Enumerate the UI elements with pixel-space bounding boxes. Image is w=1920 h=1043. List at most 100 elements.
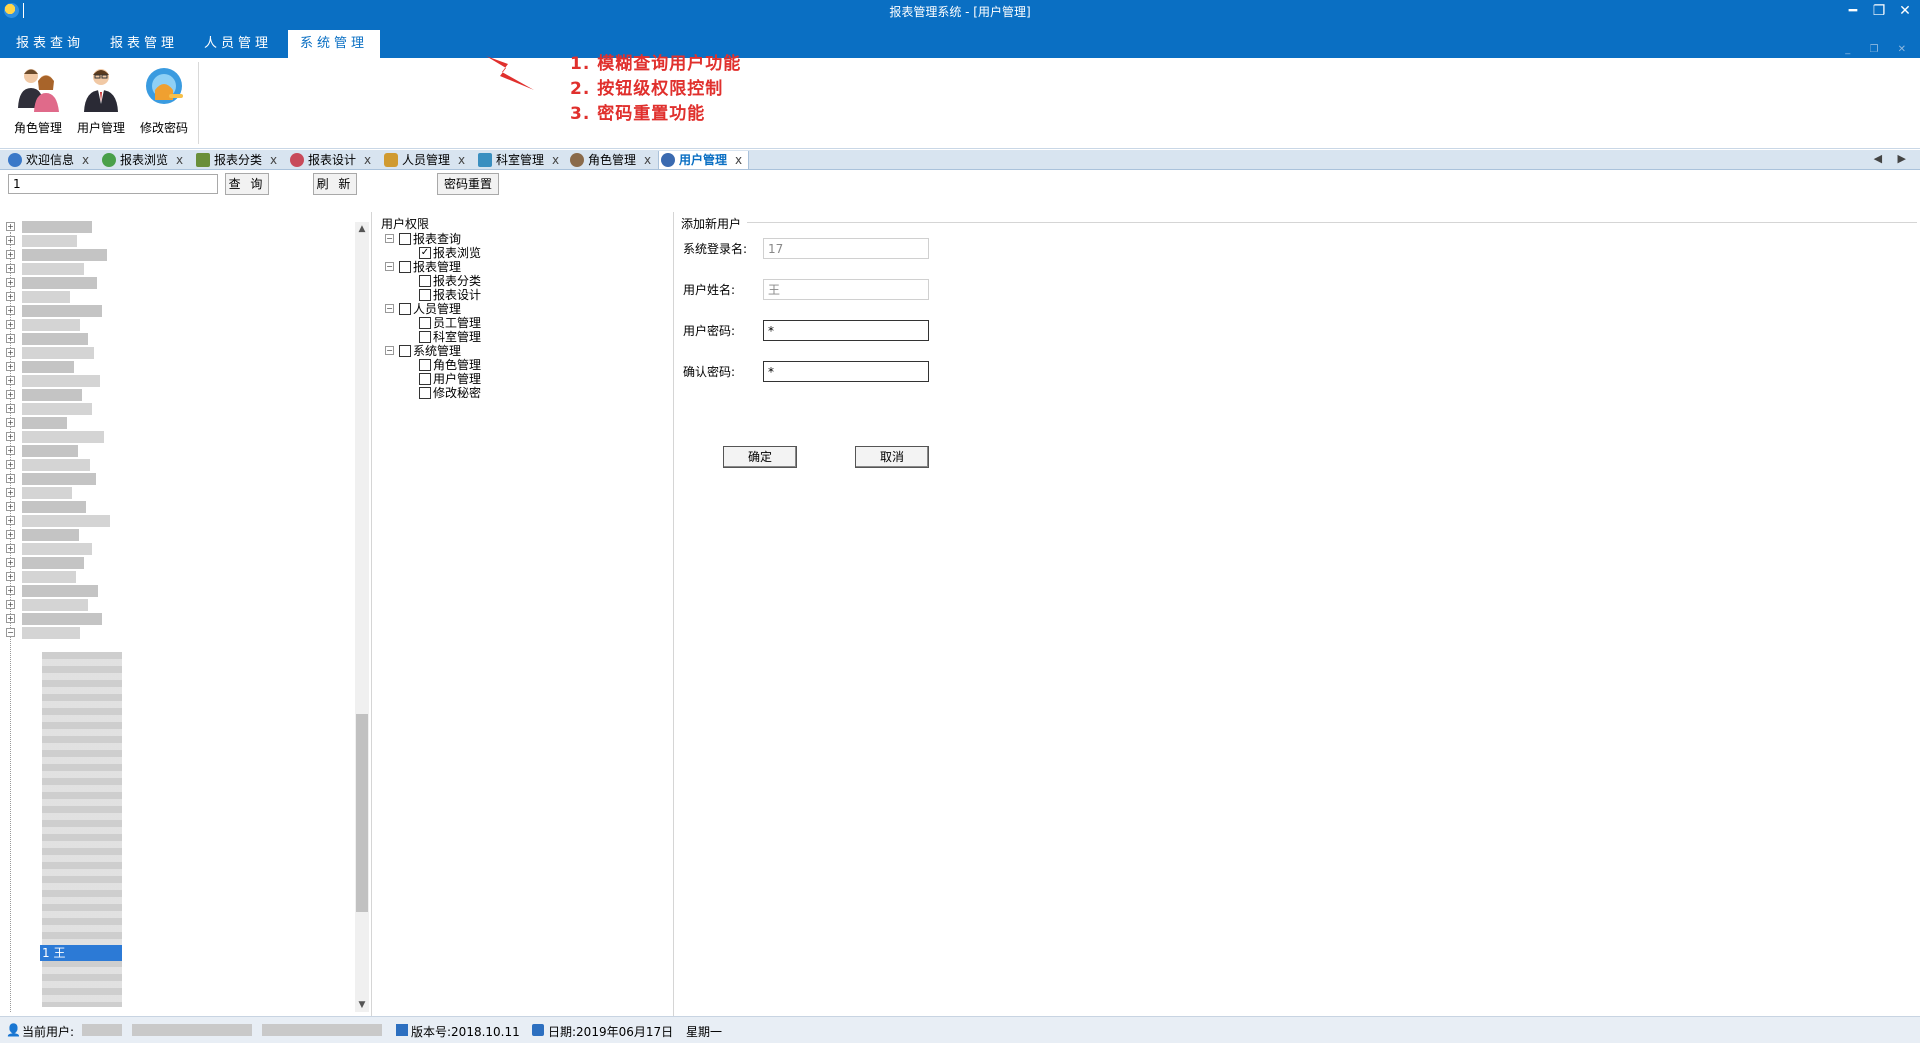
menu-tab-system-management[interactable]: 系统管理 xyxy=(288,30,380,58)
reset-password-button[interactable]: 密码重置 xyxy=(437,173,499,195)
query-button[interactable]: 查 询 xyxy=(225,173,269,195)
collapse-icon[interactable]: − xyxy=(385,234,394,243)
perm-checkbox[interactable] xyxy=(399,303,411,315)
tree-node[interactable]: + xyxy=(6,570,126,584)
collapse-icon[interactable]: − xyxy=(385,304,394,313)
doc-tab-personnel-management[interactable]: 人员管理 x xyxy=(382,151,465,169)
perm-checkbox[interactable] xyxy=(399,345,411,357)
tree-scrollbar[interactable]: ▲ ▼ xyxy=(355,222,369,1012)
tree-node[interactable]: + xyxy=(6,598,126,612)
doc-tab-close-icon[interactable]: x xyxy=(176,153,183,167)
doc-tab-welcome[interactable]: 欢迎信息 x xyxy=(6,151,89,169)
tree-node[interactable]: + xyxy=(6,318,126,332)
selected-user-node[interactable]: 1 王 xyxy=(40,945,122,961)
tree-node[interactable]: + xyxy=(6,388,126,402)
tree-node[interactable]: + xyxy=(6,234,126,248)
ribbon-role-management-button[interactable]: 角色管理 xyxy=(8,64,68,140)
scroll-down-icon[interactable]: ▼ xyxy=(355,998,369,1012)
tree-node[interactable]: + xyxy=(6,584,126,598)
expand-icon[interactable]: + xyxy=(6,376,15,385)
expand-icon[interactable]: + xyxy=(6,348,15,357)
expand-icon[interactable]: + xyxy=(6,586,15,595)
doc-tab-close-icon[interactable]: x xyxy=(735,153,742,167)
expand-icon[interactable]: + xyxy=(6,516,15,525)
collapse-icon[interactable]: − xyxy=(385,262,394,271)
tree-node[interactable]: + xyxy=(6,458,126,472)
doc-tab-report-browse[interactable]: 报表浏览 x xyxy=(100,151,183,169)
expand-icon[interactable]: + xyxy=(6,502,15,511)
tree-node[interactable]: + xyxy=(6,402,126,416)
doc-tab-close-icon[interactable]: x xyxy=(82,153,89,167)
tree-node[interactable]: + xyxy=(6,262,126,276)
expand-icon[interactable]: + xyxy=(6,320,15,329)
tree-node[interactable]: + xyxy=(6,612,126,626)
tree-node[interactable]: − xyxy=(6,626,126,640)
doc-tab-close-icon[interactable]: x xyxy=(458,153,465,167)
perm-checkbox[interactable] xyxy=(419,359,431,371)
perm-checkbox[interactable] xyxy=(419,373,431,385)
tree-node[interactable]: + xyxy=(6,220,126,234)
doc-tab-close-icon[interactable]: x xyxy=(270,153,277,167)
scroll-thumb[interactable] xyxy=(356,714,368,912)
expand-icon[interactable]: + xyxy=(6,572,15,581)
expand-icon[interactable]: + xyxy=(6,278,15,287)
expand-icon[interactable]: + xyxy=(6,488,15,497)
ribbon-change-password-button[interactable]: 修改密码 xyxy=(134,64,194,140)
expand-icon[interactable]: + xyxy=(6,334,15,343)
tree-node[interactable]: + xyxy=(6,542,126,556)
perm-checkbox-checked[interactable]: ✓ xyxy=(419,247,431,259)
tree-node[interactable]: + xyxy=(6,486,126,500)
ribbon-user-management-button[interactable]: 用户管理 xyxy=(71,64,131,140)
minimize-button[interactable]: ━ xyxy=(1840,1,1866,21)
expand-icon[interactable]: + xyxy=(6,432,15,441)
tree-node[interactable]: + xyxy=(6,360,126,374)
expand-icon[interactable]: + xyxy=(6,418,15,427)
collapse-icon[interactable]: − xyxy=(385,346,394,355)
expand-icon[interactable]: + xyxy=(6,558,15,567)
expand-icon[interactable]: + xyxy=(6,292,15,301)
expand-icon[interactable]: + xyxy=(6,474,15,483)
tree-node[interactable]: + xyxy=(6,332,126,346)
tree-node[interactable]: + xyxy=(6,500,126,514)
perm-checkbox[interactable] xyxy=(419,331,431,343)
login-name-input[interactable] xyxy=(763,238,929,259)
tree-node[interactable]: + xyxy=(6,304,126,318)
tree-node[interactable]: + xyxy=(6,416,126,430)
expand-icon[interactable]: + xyxy=(6,614,15,623)
menu-tab-report-query[interactable]: 报表查询 xyxy=(6,30,94,58)
expand-icon[interactable]: + xyxy=(6,600,15,609)
tree-node[interactable]: + xyxy=(6,276,126,290)
user-name-input[interactable] xyxy=(763,279,929,300)
user-search-input[interactable] xyxy=(8,174,218,194)
perm-checkbox[interactable] xyxy=(419,275,431,287)
confirm-button[interactable]: 确定 xyxy=(723,446,797,468)
expand-icon[interactable]: + xyxy=(6,404,15,413)
doc-tab-user-management[interactable]: 用户管理 x xyxy=(658,151,750,169)
expand-icon[interactable]: + xyxy=(6,222,15,231)
doc-tab-close-icon[interactable]: x xyxy=(364,153,371,167)
tree-node[interactable]: + xyxy=(6,248,126,262)
expand-icon[interactable]: + xyxy=(6,446,15,455)
perm-checkbox[interactable] xyxy=(399,233,411,245)
doc-tab-close-icon[interactable]: x xyxy=(552,153,559,167)
expand-icon[interactable]: + xyxy=(6,236,15,245)
tree-node[interactable]: + xyxy=(6,346,126,360)
tree-node[interactable]: + xyxy=(6,514,126,528)
tree-node[interactable]: + xyxy=(6,374,126,388)
perm-checkbox[interactable] xyxy=(419,289,431,301)
perm-checkbox[interactable] xyxy=(399,261,411,273)
doc-tab-department-management[interactable]: 科室管理 x xyxy=(476,151,559,169)
doc-tab-close-icon[interactable]: x xyxy=(644,153,651,167)
tree-node[interactable]: + xyxy=(6,444,126,458)
cancel-button[interactable]: 取消 xyxy=(855,446,929,468)
expand-icon[interactable]: + xyxy=(6,460,15,469)
mdi-window-controls[interactable]: _ ❐ ✕ xyxy=(1845,44,1914,55)
tree-node[interactable]: + xyxy=(6,290,126,304)
scroll-up-icon[interactable]: ▲ xyxy=(355,222,369,236)
tree-node[interactable]: + xyxy=(6,472,126,486)
restore-button[interactable]: ❐ xyxy=(1866,1,1892,21)
perm-checkbox[interactable] xyxy=(419,317,431,329)
expand-icon[interactable]: + xyxy=(6,306,15,315)
password-input[interactable] xyxy=(763,320,929,341)
expand-icon[interactable]: + xyxy=(6,362,15,371)
